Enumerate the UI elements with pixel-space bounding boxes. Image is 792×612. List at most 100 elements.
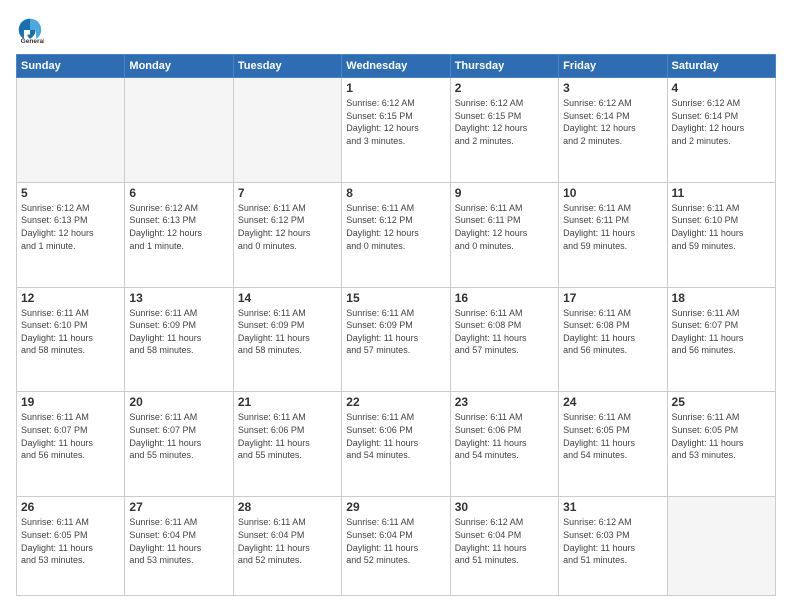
calendar-row-0: 1 Sunrise: 6:12 AM Sunset: 6:15 PM Daylig… [17,78,776,183]
logo-icon: General Blue [16,16,44,44]
calendar-cell: 22 Sunrise: 6:11 AM Sunset: 6:06 PM Dayli… [342,392,450,497]
calendar-cell: 19 Sunrise: 6:11 AM Sunset: 6:07 PM Dayli… [17,392,125,497]
day-number: 28 [238,500,337,514]
calendar-cell: 29 Sunrise: 6:11 AM Sunset: 6:04 PM Dayli… [342,497,450,596]
page: General Blue SundayMondayTuesdayWednesda… [0,0,792,612]
day-number: 26 [21,500,120,514]
calendar-cell: 2Sunrise: 6:12 AM Sunset: 6:15 PM Daylig… [450,78,558,183]
day-number: 23 [455,395,554,409]
calendar-table: SundayMondayTuesdayWednesdayThursdayFrid… [16,54,776,596]
calendar-cell: 3 Sunrise: 6:12 AM Sunset: 6:14 PM Daylig… [559,78,667,183]
calendar-cell: 17 Sunrise: 6:11 AM Sunset: 6:08 PM Dayli… [559,287,667,392]
day-info: Sunrise: 6:11 AM Sunset: 6:09 PM Dayligh… [129,307,228,357]
day-number: 10 [563,186,662,200]
day-info: Sunrise: 6:11 AM Sunset: 6:06 PM Dayligh… [238,411,337,461]
weekday-header-friday: Friday [559,55,667,78]
calendar-cell: 4 Sunrise: 6:12 AM Sunset: 6:14 PM Daylig… [667,78,775,183]
day-info: Sunrise: 6:11 AM Sunset: 6:09 PM Dayligh… [238,307,337,357]
day-info: Sunrise: 6:11 AM Sunset: 6:07 PM Dayligh… [672,307,771,357]
day-number: 25 [672,395,771,409]
calendar-cell: 9 Sunrise: 6:11 AM Sunset: 6:11 PM Daylig… [450,182,558,287]
calendar-row-3: 19 Sunrise: 6:11 AM Sunset: 6:07 PM Dayli… [17,392,776,497]
calendar-cell: 6 Sunrise: 6:12 AM Sunset: 6:13 PM Daylig… [125,182,233,287]
day-number: 22 [346,395,445,409]
calendar-cell: 16 Sunrise: 6:11 AM Sunset: 6:08 PM Dayli… [450,287,558,392]
day-number: 31 [563,500,662,514]
day-number: 24 [563,395,662,409]
calendar-cell [125,78,233,183]
day-info: Sunrise: 6:11 AM Sunset: 6:05 PM Dayligh… [672,411,771,461]
day-number: 1 [346,81,445,95]
calendar-row-4: 26 Sunrise: 6:11 AM Sunset: 6:05 PM Dayli… [17,497,776,596]
day-info: Sunrise: 6:11 AM Sunset: 6:04 PM Dayligh… [129,516,228,566]
calendar-cell [17,78,125,183]
calendar-row-1: 5 Sunrise: 6:12 AM Sunset: 6:13 PM Daylig… [17,182,776,287]
weekday-header-sunday: Sunday [17,55,125,78]
calendar-cell: 30Sunrise: 6:12 AM Sunset: 6:04 PM Dayli… [450,497,558,596]
day-info: Sunrise: 6:12 AM Sunset: 6:14 PM Dayligh… [672,97,771,147]
day-number: 9 [455,186,554,200]
day-number: 5 [21,186,120,200]
day-info: Sunrise: 6:12 AM Sunset: 6:13 PM Dayligh… [129,202,228,252]
day-info: Sunrise: 6:12 AM Sunset: 6:14 PM Dayligh… [563,97,662,147]
day-info: Sunrise: 6:11 AM Sunset: 6:09 PM Dayligh… [346,307,445,357]
day-info: Sunrise: 6:11 AM Sunset: 6:06 PM Dayligh… [346,411,445,461]
day-number: 4 [672,81,771,95]
calendar-cell: 25 Sunrise: 6:11 AM Sunset: 6:05 PM Dayli… [667,392,775,497]
svg-text:General: General [21,38,44,44]
calendar-cell: 18 Sunrise: 6:11 AM Sunset: 6:07 PM Dayli… [667,287,775,392]
calendar-cell [233,78,341,183]
calendar-cell: 14 Sunrise: 6:11 AM Sunset: 6:09 PM Dayli… [233,287,341,392]
calendar-cell: 26 Sunrise: 6:11 AM Sunset: 6:05 PM Dayli… [17,497,125,596]
day-number: 29 [346,500,445,514]
weekday-header-tuesday: Tuesday [233,55,341,78]
weekday-header-monday: Monday [125,55,233,78]
day-info: Sunrise: 6:11 AM Sunset: 6:11 PM Dayligh… [563,202,662,252]
day-info: Sunrise: 6:11 AM Sunset: 6:05 PM Dayligh… [21,516,120,566]
day-info: Sunrise: 6:11 AM Sunset: 6:11 PM Dayligh… [455,202,554,252]
calendar-cell: 10 Sunrise: 6:11 AM Sunset: 6:11 PM Dayli… [559,182,667,287]
calendar-cell: 15 Sunrise: 6:11 AM Sunset: 6:09 PM Dayli… [342,287,450,392]
day-info: Sunrise: 6:11 AM Sunset: 6:07 PM Dayligh… [129,411,228,461]
calendar-cell: 31 Sunrise: 6:12 AM Sunset: 6:03 PM Dayli… [559,497,667,596]
calendar-cell: 24 Sunrise: 6:11 AM Sunset: 6:05 PM Dayli… [559,392,667,497]
weekday-header-saturday: Saturday [667,55,775,78]
day-number: 6 [129,186,228,200]
day-info: Sunrise: 6:12 AM Sunset: 6:13 PM Dayligh… [21,202,120,252]
day-info: Sunrise: 6:11 AM Sunset: 6:04 PM Dayligh… [346,516,445,566]
calendar-cell: 20Sunrise: 6:11 AM Sunset: 6:07 PM Dayli… [125,392,233,497]
day-number: 15 [346,291,445,305]
day-info: Sunrise: 6:12 AM Sunset: 6:04 PM Dayligh… [455,516,554,566]
calendar-cell: 8Sunrise: 6:11 AM Sunset: 6:12 PM Daylig… [342,182,450,287]
day-number: 17 [563,291,662,305]
day-number: 3 [563,81,662,95]
day-info: Sunrise: 6:11 AM Sunset: 6:08 PM Dayligh… [455,307,554,357]
calendar-cell: 23 Sunrise: 6:11 AM Sunset: 6:06 PM Dayli… [450,392,558,497]
calendar-cell: 11Sunrise: 6:11 AM Sunset: 6:10 PM Dayli… [667,182,775,287]
calendar-row-2: 12Sunrise: 6:11 AM Sunset: 6:10 PM Dayli… [17,287,776,392]
day-info: Sunrise: 6:11 AM Sunset: 6:06 PM Dayligh… [455,411,554,461]
weekday-header-row: SundayMondayTuesdayWednesdayThursdayFrid… [17,55,776,78]
day-number: 21 [238,395,337,409]
day-number: 19 [21,395,120,409]
weekday-header-thursday: Thursday [450,55,558,78]
day-info: Sunrise: 6:12 AM Sunset: 6:03 PM Dayligh… [563,516,662,566]
day-number: 13 [129,291,228,305]
calendar-cell: 5 Sunrise: 6:12 AM Sunset: 6:13 PM Daylig… [17,182,125,287]
day-number: 8 [346,186,445,200]
day-info: Sunrise: 6:11 AM Sunset: 6:12 PM Dayligh… [238,202,337,252]
calendar-cell: 28Sunrise: 6:11 AM Sunset: 6:04 PM Dayli… [233,497,341,596]
calendar-cell: 13 Sunrise: 6:11 AM Sunset: 6:09 PM Dayli… [125,287,233,392]
day-number: 14 [238,291,337,305]
header: General Blue [16,16,776,44]
day-info: Sunrise: 6:11 AM Sunset: 6:08 PM Dayligh… [563,307,662,357]
day-number: 27 [129,500,228,514]
day-number: 16 [455,291,554,305]
day-info: Sunrise: 6:11 AM Sunset: 6:07 PM Dayligh… [21,411,120,461]
day-info: Sunrise: 6:11 AM Sunset: 6:05 PM Dayligh… [563,411,662,461]
day-info: Sunrise: 6:12 AM Sunset: 6:15 PM Dayligh… [346,97,445,147]
calendar-cell: 7Sunrise: 6:11 AM Sunset: 6:12 PM Daylig… [233,182,341,287]
day-number: 18 [672,291,771,305]
day-number: 11 [672,186,771,200]
day-number: 12 [21,291,120,305]
